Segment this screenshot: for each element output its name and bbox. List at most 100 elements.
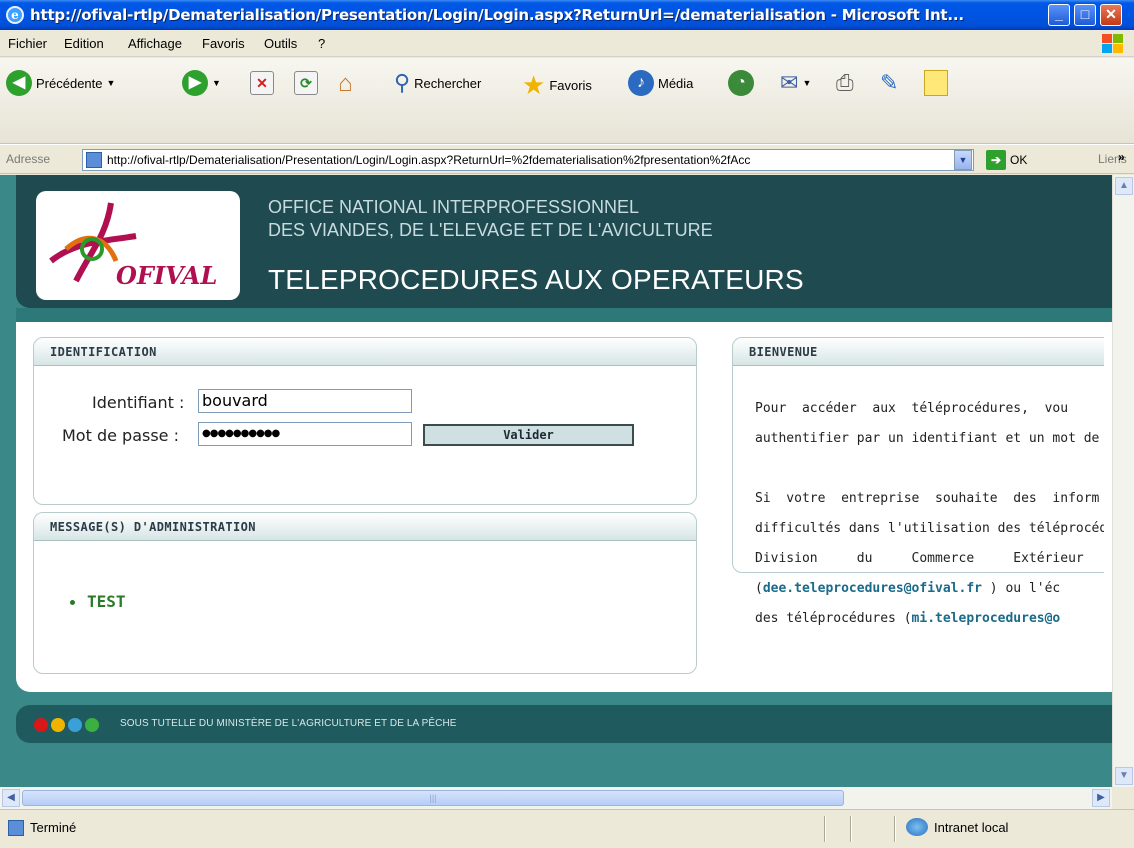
address-bar: Adresse http://ofival-rtlp/Dematerialisa… bbox=[0, 144, 1134, 174]
ofival-logo: OFIVAL bbox=[36, 191, 240, 300]
minimize-button[interactable]: _ bbox=[1048, 4, 1070, 26]
dee-email-link[interactable]: dee.teleprocedures@ofival.fr bbox=[763, 581, 982, 596]
page-footer: SOUS TUTELLE DU MINISTÈRE DE L'AGRICULTU… bbox=[16, 705, 1112, 743]
scroll-down-icon[interactable]: ▼ bbox=[1115, 767, 1133, 785]
page-icon bbox=[86, 152, 102, 168]
identification-header: IDENTIFICATION bbox=[34, 338, 696, 366]
welcome-text: Pour accéder aux téléprocédures, vou aut… bbox=[755, 386, 1112, 641]
menu-outils[interactable]: Outils bbox=[264, 36, 297, 51]
message-item: TEST bbox=[70, 592, 126, 611]
menu-affichage[interactable]: Affichage bbox=[128, 36, 182, 51]
media-button[interactable]: ♪ Média bbox=[628, 70, 693, 96]
refresh-button[interactable]: ⟳ bbox=[294, 71, 318, 95]
dropdown-caret-icon: ▼ bbox=[106, 78, 116, 88]
organization-name: OFFICE NATIONAL INTERPROFESSIONNEL DES V… bbox=[268, 196, 713, 242]
status-text: Terminé bbox=[30, 820, 77, 835]
scroll-up-icon[interactable]: ▲ bbox=[1115, 177, 1133, 195]
search-label: Rechercher bbox=[414, 75, 482, 91]
welcome-line: difficultés dans l'utilisation des télép… bbox=[755, 521, 1112, 536]
welcome-line: Division du Commerce Extérieur bbox=[755, 551, 1084, 566]
stop-icon: ✕ bbox=[250, 71, 274, 95]
favorites-button[interactable]: ★ Favoris bbox=[522, 70, 592, 101]
page-icon bbox=[8, 820, 24, 836]
org-line-1: OFFICE NATIONAL INTERPROFESSIONNEL bbox=[268, 197, 640, 217]
valider-button[interactable]: Valider bbox=[423, 424, 634, 446]
star-icon: ★ bbox=[522, 70, 546, 100]
toolbar: ◀ Précédente ▼ ▶ ▼ ✕ ⟳ ⌂ ⚲ Rechercher ★ … bbox=[0, 58, 1134, 144]
welcome-header: BIENVENUE bbox=[733, 338, 1131, 366]
go-label: OK bbox=[1010, 153, 1028, 167]
welcome-line: des téléprocédures (mi.teleprocedures@o bbox=[755, 611, 1061, 626]
dropdown-caret-icon: ▼ bbox=[802, 78, 812, 88]
mi-email-link[interactable]: mi.teleprocedures@o bbox=[912, 611, 1061, 626]
go-arrow-icon: ➔ bbox=[986, 150, 1006, 170]
color-dots-icon bbox=[34, 718, 99, 732]
status-bar: Terminé Intranet local bbox=[0, 809, 1134, 848]
favorites-label: Favoris bbox=[549, 78, 592, 93]
vertical-scrollbar[interactable]: ▲ ▼ bbox=[1112, 175, 1134, 787]
bullet-icon bbox=[70, 600, 75, 605]
clip-mask bbox=[1104, 337, 1112, 577]
footer-text: SOUS TUTELLE DU MINISTÈRE DE L'AGRICULTU… bbox=[120, 718, 457, 729]
maximize-button[interactable]: □ bbox=[1074, 4, 1096, 26]
history-icon: ◔ bbox=[728, 70, 754, 96]
dropdown-caret-icon: ▼ bbox=[212, 78, 221, 88]
scroll-corner bbox=[1112, 787, 1134, 809]
menu-help[interactable]: ? bbox=[318, 36, 325, 51]
mail-button[interactable]: ✉ ▼ bbox=[780, 70, 811, 96]
title-bar: e http://ofival-rtlp/Dematerialisation/P… bbox=[0, 0, 1134, 30]
identifiant-input[interactable]: bouvard bbox=[198, 389, 412, 413]
close-button[interactable]: ✕ bbox=[1100, 4, 1122, 26]
header-divider bbox=[16, 308, 1112, 322]
history-button[interactable]: ◔ bbox=[728, 70, 754, 96]
back-arrow-icon: ◀ bbox=[6, 70, 32, 96]
search-button[interactable]: ⚲ Rechercher bbox=[394, 70, 481, 96]
org-line-2: DES VIANDES, DE L'ELEVAGE ET DE L'AVICUL… bbox=[268, 220, 713, 240]
note-icon bbox=[924, 70, 948, 96]
ie-icon: e bbox=[6, 6, 24, 24]
window-title: http://ofival-rtlp/Dematerialisation/Pre… bbox=[30, 6, 964, 24]
identification-panel: IDENTIFICATION bbox=[33, 337, 697, 505]
back-button[interactable]: ◀ Précédente ▼ bbox=[6, 70, 115, 96]
go-button[interactable]: ➔ OK bbox=[986, 150, 1027, 170]
intranet-icon bbox=[906, 818, 928, 836]
stop-button[interactable]: ✕ bbox=[250, 71, 274, 95]
media-label: Média bbox=[658, 75, 694, 91]
divider bbox=[824, 816, 826, 842]
edit-icon: ✎ bbox=[880, 70, 899, 95]
edit-button[interactable]: ✎ bbox=[880, 70, 898, 96]
welcome-line: Pour accéder aux téléprocédures, vou bbox=[755, 401, 1069, 416]
horizontal-scrollbar[interactable]: ◀ ||| ▶ bbox=[0, 787, 1112, 809]
forward-button[interactable]: ▶ ▼ bbox=[182, 70, 221, 96]
welcome-line: Si votre entreprise souhaite des inform bbox=[755, 491, 1100, 506]
message-text: TEST bbox=[87, 592, 126, 611]
address-dropdown-icon[interactable]: ▼ bbox=[954, 150, 972, 170]
print-button[interactable]: ⎙ bbox=[836, 70, 854, 96]
scroll-right-icon[interactable]: ▶ bbox=[1092, 789, 1110, 807]
welcome-line: authentifier par un identifiant et un mo… bbox=[755, 431, 1112, 446]
messages-panel: MESSAGE(S) D'ADMINISTRATION bbox=[33, 512, 697, 674]
address-input[interactable]: http://ofival-rtlp/Dematerialisation/Pre… bbox=[82, 149, 974, 171]
back-label: Précédente bbox=[36, 75, 103, 91]
address-label: Adresse bbox=[6, 152, 51, 166]
scroll-thumb[interactable]: ||| bbox=[22, 790, 844, 806]
messages-header: MESSAGE(S) D'ADMINISTRATION bbox=[34, 513, 696, 541]
zone-text: Intranet local bbox=[934, 820, 1009, 835]
refresh-icon: ⟳ bbox=[294, 71, 318, 95]
printer-icon: ⎙ bbox=[836, 70, 854, 95]
menu-favoris[interactable]: Favoris bbox=[202, 36, 245, 51]
menu-fichier[interactable]: Fichier bbox=[8, 36, 47, 51]
welcome-line: (dee.teleprocedures@ofival.fr ) ou l'éc bbox=[755, 581, 1061, 596]
mail-icon: ✉ bbox=[780, 70, 799, 95]
chevron-right-icon[interactable]: » bbox=[1118, 150, 1125, 164]
media-icon: ♪ bbox=[628, 70, 654, 96]
home-icon: ⌂ bbox=[338, 70, 353, 97]
password-label: Mot de passe : bbox=[62, 426, 179, 445]
password-input[interactable]: ●●●●●●●●●● bbox=[198, 422, 412, 446]
logo-text: OFIVAL bbox=[116, 261, 218, 290]
scroll-left-icon[interactable]: ◀ bbox=[2, 789, 20, 807]
menu-edition[interactable]: Edition bbox=[64, 36, 104, 51]
home-button[interactable]: ⌂ bbox=[338, 70, 353, 98]
note-button[interactable] bbox=[924, 70, 948, 96]
windows-logo-icon bbox=[1102, 34, 1124, 54]
